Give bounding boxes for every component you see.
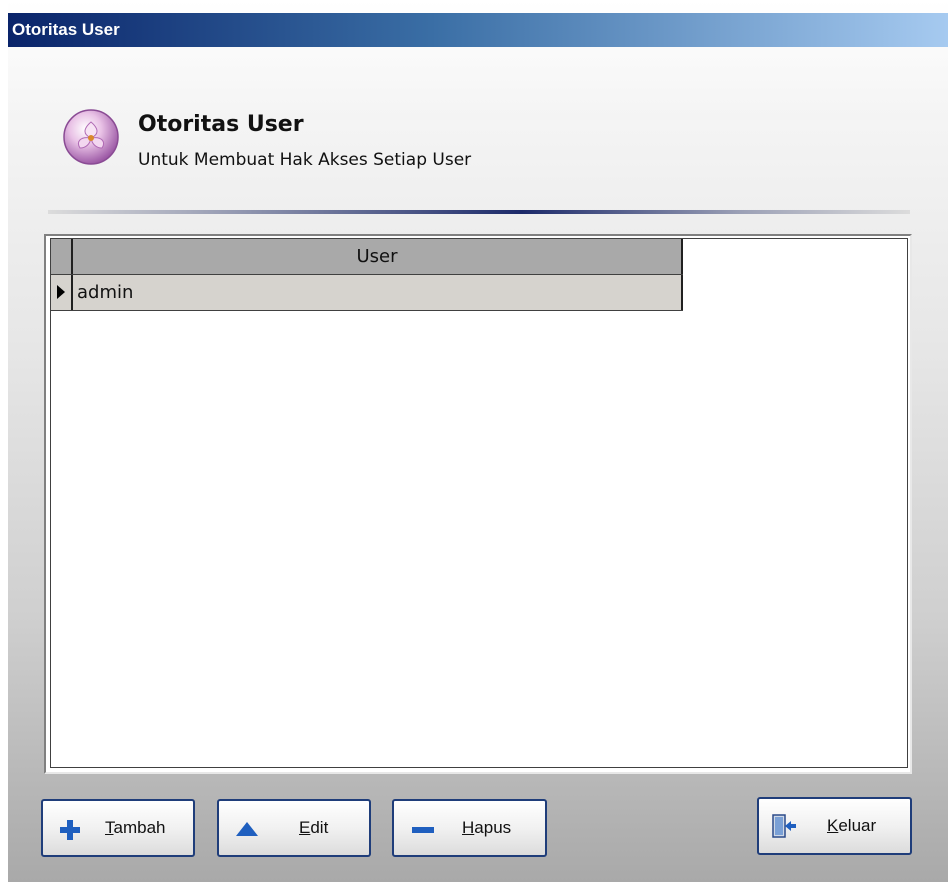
header-separator: [48, 210, 910, 214]
keluar-label: Keluar: [827, 816, 877, 835]
hapus-label: Hapus: [462, 818, 512, 837]
user-grid[interactable]: User admin: [44, 234, 912, 774]
dialog-window: Otoritas User Otoritas User Untuk Membua…: [0, 0, 948, 882]
window-left-edge: [0, 0, 8, 882]
row-indicator-header: [51, 239, 73, 274]
row-pointer-icon: [57, 285, 65, 299]
user-cell[interactable]: admin: [77, 275, 683, 310]
minus-icon: [412, 827, 434, 833]
title-bar[interactable]: Otoritas User: [8, 13, 948, 47]
header-subtitle: Untuk Membuat Hak Akses Setiap User: [138, 150, 472, 170]
tambah-label: Tambah: [105, 818, 166, 837]
grid-header-row: User: [51, 239, 683, 275]
exit-door-icon: [772, 814, 796, 838]
keluar-button[interactable]: Keluar: [757, 797, 912, 855]
triangle-up-icon: [236, 822, 258, 836]
current-row-indicator: [51, 275, 73, 310]
header-title: Otoritas User: [138, 112, 304, 137]
column-header-user[interactable]: User: [73, 239, 683, 274]
plus-icon: [60, 820, 80, 840]
table-row[interactable]: admin: [51, 275, 683, 311]
hapus-button[interactable]: Hapus: [392, 799, 547, 857]
orchid-emblem-icon: [63, 109, 119, 165]
user-grid-body[interactable]: User admin: [50, 238, 908, 768]
edit-label: Edit: [299, 818, 329, 837]
tambah-button[interactable]: Tambah: [41, 799, 195, 857]
edit-button[interactable]: Edit: [217, 799, 371, 857]
window-title: Otoritas User: [12, 20, 120, 39]
